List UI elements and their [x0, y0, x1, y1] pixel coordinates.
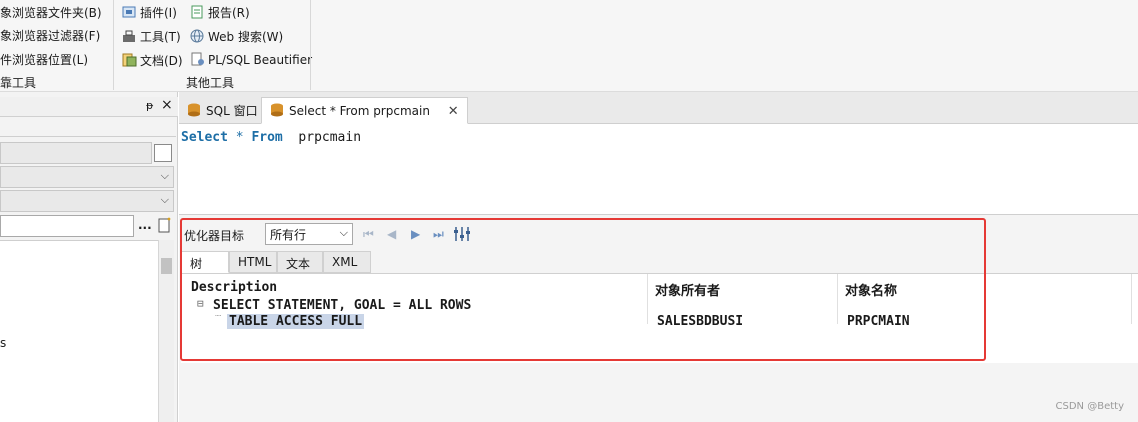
pin-icon[interactable]: ᵽ [146, 99, 153, 112]
sql-table-name: prpcmain [298, 130, 362, 145]
group-label-other-tools: 其他工具 [186, 76, 235, 90]
panel-dropdown[interactable]: ⌵ [0, 166, 174, 188]
ribbon-item-object-browser-location[interactable]: 件浏览器位置(L) [0, 51, 88, 68]
ribbon-label-tools: 工具(T) [140, 30, 181, 44]
editor-tabs: SQL 窗口 Select * From prpcmain ✕ [179, 92, 1138, 124]
sql-window-icon [188, 103, 200, 117]
ribbon-item-docs[interactable]: 文档(D) [122, 52, 183, 69]
ribbon-toolbar: 象浏览器文件夹(B) 象浏览器过滤器(F) 件浏览器位置(L) 靠工具 插件(I… [0, 0, 1138, 92]
sql-keyword-from: From [251, 130, 283, 145]
panel-dropdown[interactable]: ⌵ [0, 190, 174, 212]
plugin-icon [122, 6, 136, 18]
ribbon-item-web-search[interactable]: Web 搜索(W) [190, 28, 283, 45]
group-label-tools: 靠工具 [0, 76, 37, 90]
panel-header: ᵽ × [0, 97, 178, 117]
ribbon-label-plugins: 插件(I) [140, 6, 177, 20]
sql-line: Select * From prpcmain [181, 130, 361, 145]
ribbon-separator [310, 0, 311, 90]
tools-icon [123, 30, 135, 42]
panel-checkbox[interactable] [154, 144, 172, 162]
sql-editor[interactable]: Select * From prpcmain [179, 124, 1138, 214]
object-tree[interactable]: s [0, 240, 158, 422]
panel-row [0, 142, 152, 164]
ellipsis-button[interactable]: ... [138, 218, 152, 232]
ribbon-item-plugins[interactable]: 插件(I) [122, 4, 177, 21]
watermark: CSDN @Betty [1055, 401, 1124, 412]
tree-item-fragment[interactable]: s [0, 336, 6, 350]
sql-keyword-select: Select [181, 130, 228, 145]
tab-sql-window[interactable]: SQL 窗口 [179, 97, 266, 124]
chevron-down-icon: ⌵ [160, 193, 169, 206]
tab-select-prpcmain[interactable]: Select * From prpcmain ✕ [261, 97, 468, 124]
ribbon-label-beautifier: PL/SQL Beautifier [208, 53, 313, 67]
ribbon-item-tools[interactable]: 工具(T) [122, 28, 181, 45]
tab-label: SQL 窗口 [206, 104, 258, 118]
search-input[interactable] [0, 215, 134, 237]
ribbon-item-beautifier[interactable]: PL/SQL Beautifier [190, 52, 312, 67]
divider [0, 136, 176, 137]
object-browser-panel: ᵽ × ⌵ ⌵ ... s [0, 92, 178, 422]
ribbon-item-object-browser-folder[interactable]: 象浏览器文件夹(B) [0, 4, 102, 21]
sql-query-icon [271, 103, 283, 117]
new-document-icon[interactable] [157, 217, 173, 235]
beautifier-icon [191, 52, 204, 66]
globe-icon [190, 29, 204, 43]
chevron-down-icon: ⌵ [160, 169, 169, 182]
close-icon[interactable]: × [161, 97, 173, 113]
ribbon-separator [113, 0, 114, 90]
ribbon-label-web-search: Web 搜索(W) [208, 30, 284, 44]
sql-star: * [235, 130, 244, 145]
ribbon-label-reports: 报告(R) [208, 6, 250, 20]
report-icon [191, 5, 203, 19]
ribbon-item-object-browser-filter[interactable]: 象浏览器过滤器(F) [0, 27, 100, 44]
scrollbar-thumb[interactable] [161, 258, 172, 274]
ribbon-item-reports[interactable]: 报告(R) [190, 4, 250, 21]
tab-label: Select * From prpcmain [289, 104, 430, 118]
documents-icon [122, 53, 137, 67]
highlight-annotation-box [180, 218, 986, 361]
ribbon-label-docs: 文档(D) [140, 54, 183, 68]
close-icon[interactable]: ✕ [448, 104, 459, 119]
scrollbar[interactable] [158, 240, 174, 422]
